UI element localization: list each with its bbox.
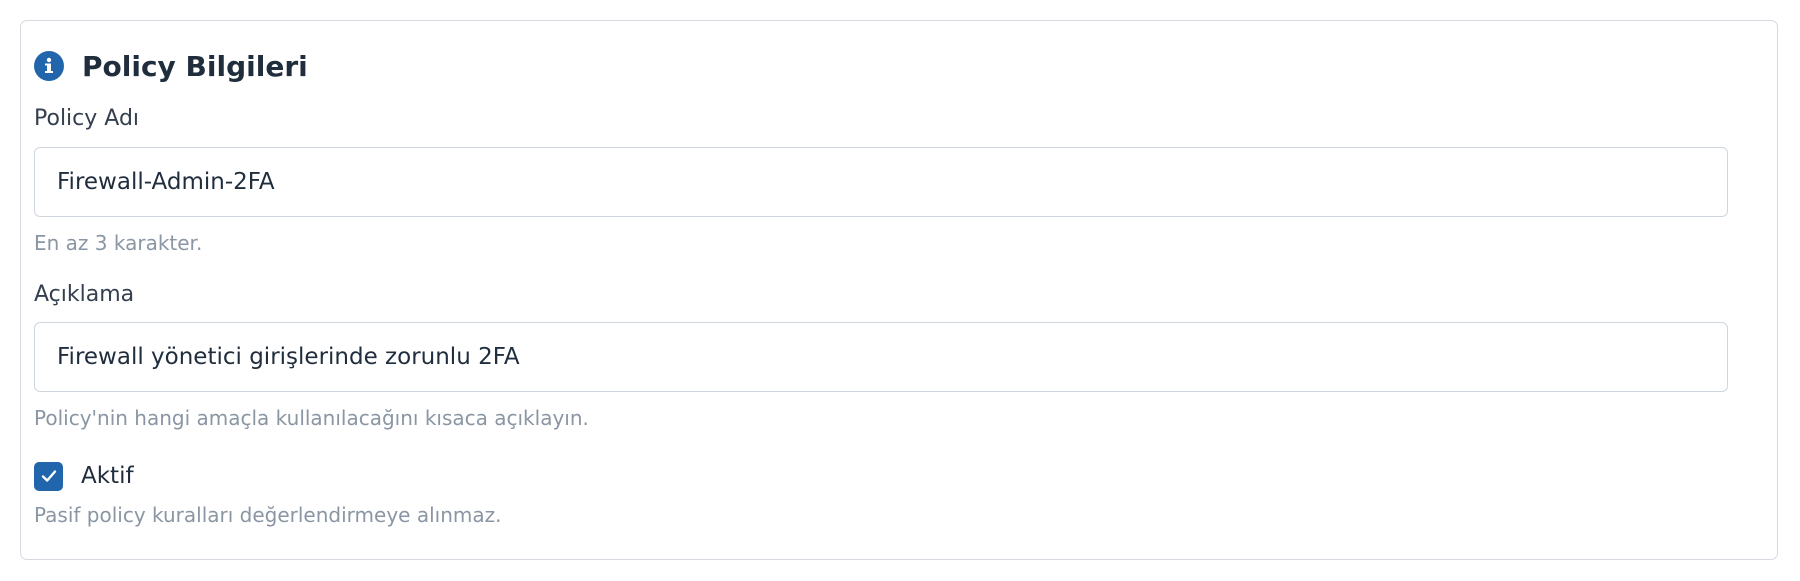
- section-title: Policy Bilgileri: [82, 49, 308, 83]
- policy-name-help: En az 3 karakter.: [34, 231, 203, 255]
- policy-info-card: [20, 20, 1778, 560]
- description-label: Açıklama: [34, 282, 135, 307]
- info-icon: [34, 51, 64, 81]
- active-checkbox[interactable]: [34, 461, 63, 491]
- policy-name-label: Policy Adı: [34, 106, 140, 131]
- active-label: Aktif: [81, 463, 134, 489]
- active-toggle[interactable]: Aktif: [34, 461, 134, 491]
- checkmark-icon: [41, 470, 56, 482]
- policy-name-input[interactable]: [34, 147, 1728, 217]
- active-help: Pasif policy kuralları değerlendirmeye a…: [34, 503, 502, 527]
- description-input[interactable]: [34, 322, 1728, 392]
- section-header: Policy Bilgileri: [34, 46, 308, 86]
- description-help: Policy'nin hangi amaçla kullanılacağını …: [34, 406, 589, 430]
